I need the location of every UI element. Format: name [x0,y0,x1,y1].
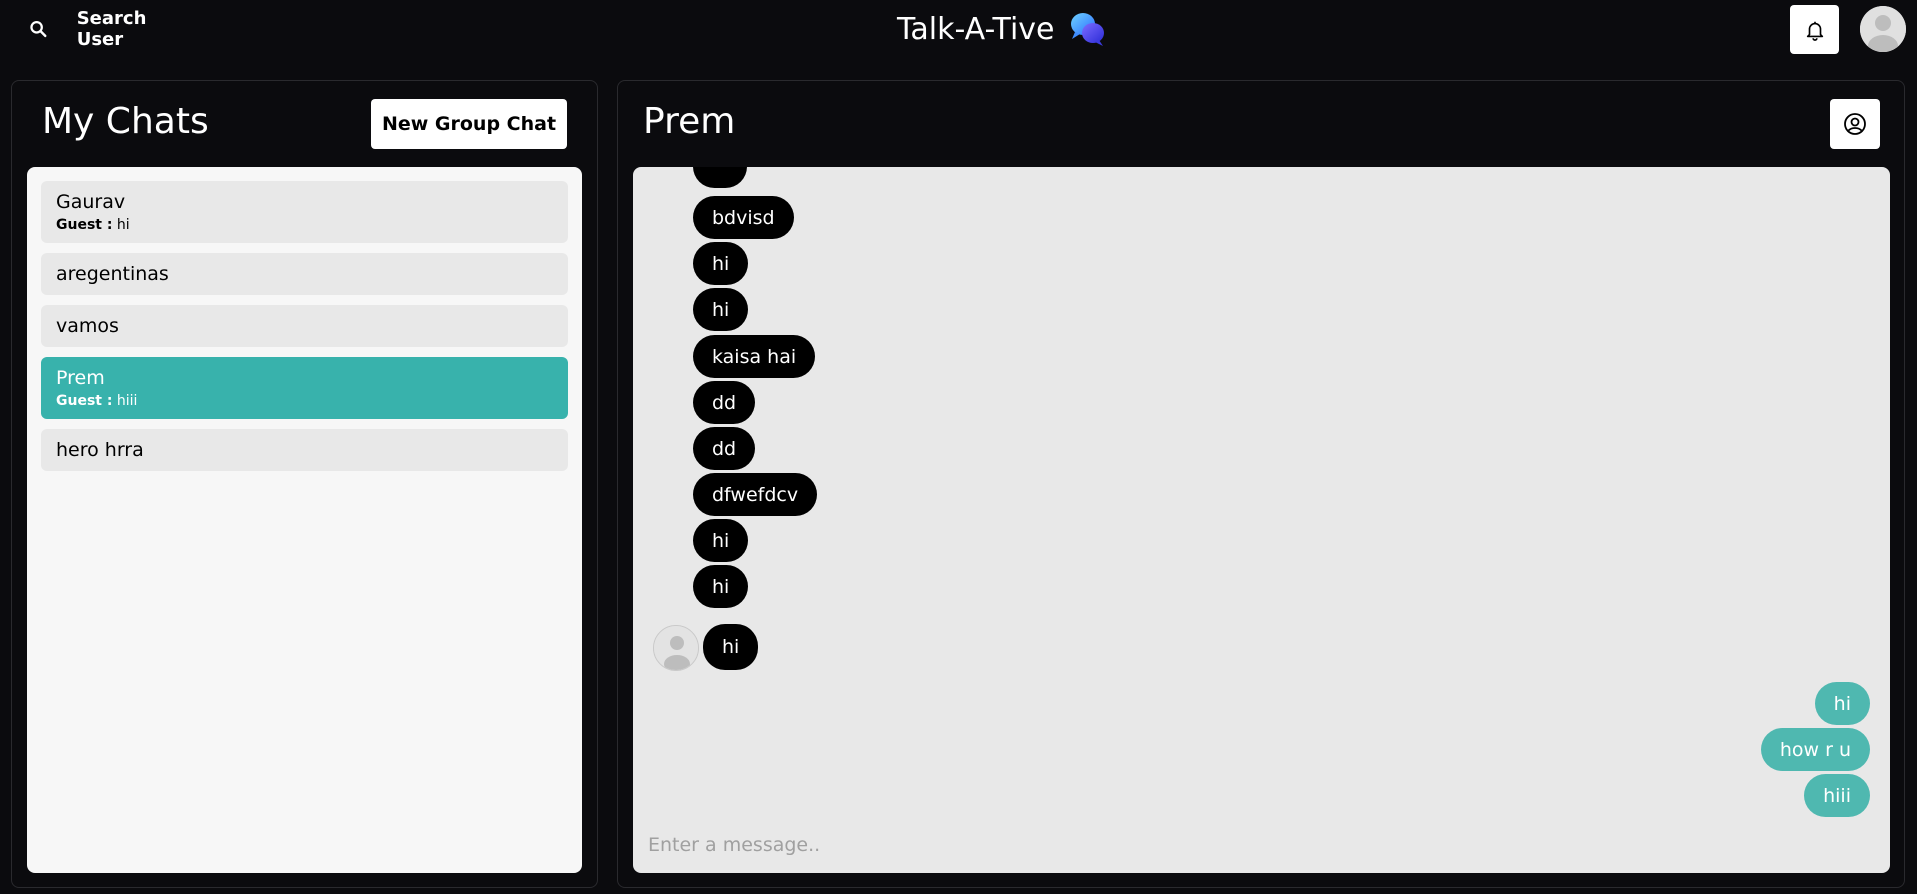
message-bubble-incoming: hi [703,624,759,670]
message-input[interactable] [633,817,1890,873]
app-title: Talk-A-Tive [897,8,1107,50]
search-user-label: Search User [76,8,147,50]
user-circle-icon [1844,113,1866,135]
chat-item-aregentinas[interactable]: aregentinas [41,253,568,295]
message-area[interactable]: bdvisd hi hi kaisa hai dd dd dfwefdcv hi… [633,167,1890,873]
chat-name: hero hrra [56,439,144,461]
latest-text: hi [116,217,130,233]
chat-list: Gaurav Guest : hi aregentinas vamos Prem… [27,167,582,873]
message-bubble-outgoing: hi [1814,682,1870,725]
message-bubble-incoming: bdvisd [693,196,794,239]
view-profile-button[interactable] [1830,99,1880,149]
avatar-icon [654,626,698,670]
chat-name: vamos [56,315,119,337]
top-bar: Search User Talk-A-Tive [0,0,1917,58]
chat-latest-message: Guest : hiii [56,393,553,409]
new-group-chat-button[interactable]: New Group Chat [371,99,567,149]
my-chats-title: My Chats [42,101,209,142]
message-bubble-outgoing: how r u [1760,728,1870,771]
latest-text: hiii [116,393,138,409]
latest-sender: Guest : [56,393,113,409]
message-bubble-incoming: hi [693,242,749,285]
message-bubble-incoming: hi [693,565,749,608]
avatar-icon [1860,6,1906,52]
chat-item-vamos[interactable]: vamos [41,305,568,347]
chat-latest-message: Guest : hi [56,217,553,233]
message-bubble-outgoing: hiii [1804,774,1870,817]
message-bubble-incoming [693,167,747,188]
chat-name: Gaurav [56,191,126,213]
message-bubble-incoming: kaisa hai [693,335,816,378]
message-bubble-incoming: dfwefdcv [693,473,818,516]
chat-item-hero-hrra[interactable]: hero hrra [41,429,568,471]
latest-sender: Guest : [56,217,113,233]
sender-avatar [653,625,699,671]
chat-bubbles-logo-icon [1070,13,1104,46]
user-avatar-button[interactable] [1860,6,1906,52]
message-bubble-incoming: dd [693,381,756,424]
search-icon [30,20,47,38]
search-user-button[interactable]: Search User [22,8,192,50]
my-chats-panel: My Chats New Group Chat Gaurav Guest : h… [11,80,598,888]
chat-item-gaurav[interactable]: Gaurav Guest : hi [41,181,568,243]
notifications-button[interactable] [1790,5,1839,54]
app-title-text: Talk-A-Tive [897,11,1055,47]
chat-title: Prem [643,101,736,142]
message-bubble-incoming: hi [693,288,749,331]
chat-name: aregentinas [56,263,169,285]
chat-item-prem[interactable]: Prem Guest : hiii [41,357,568,419]
bell-icon [1806,21,1823,41]
chat-name: Prem [56,367,105,389]
chat-panel: Prem bdvisd hi hi kaisa hai dd dd dfwefd… [617,80,1905,888]
message-bubble-incoming: hi [693,519,749,562]
message-bubble-incoming: dd [693,427,756,470]
